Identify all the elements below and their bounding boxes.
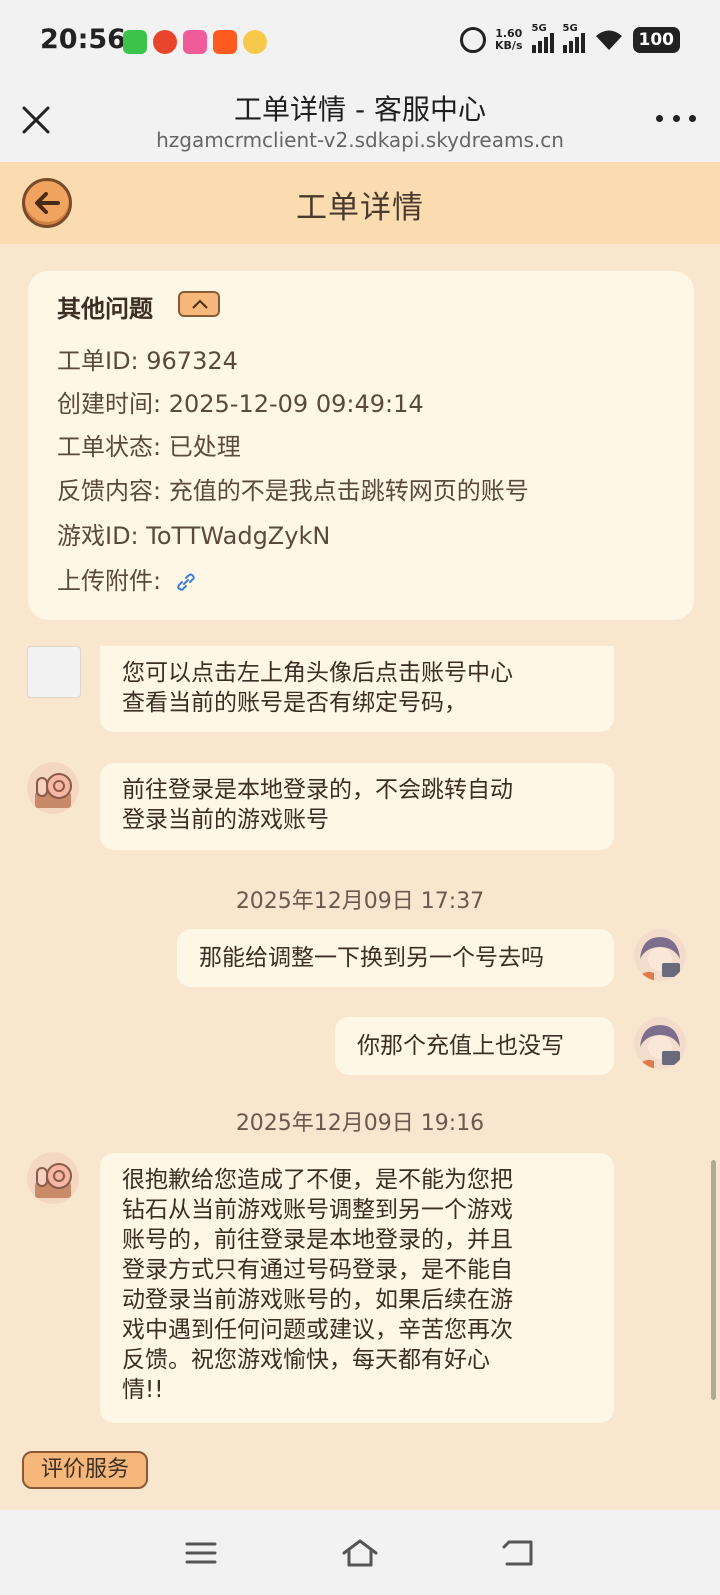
alarm-icon xyxy=(460,27,487,53)
link-icon[interactable] xyxy=(175,571,197,593)
app-notification-icon xyxy=(213,30,237,54)
browser-title: 工单详情 - 客服中心 xyxy=(234,93,486,126)
battery-indicator: 100 xyxy=(632,27,680,53)
snail-avatar xyxy=(27,1152,79,1204)
back-icon[interactable] xyxy=(499,1536,539,1570)
page: 20:56 1.60 KB/s 5G 5G 100 工单详情 - 客服中心 hz… xyxy=(0,0,720,1595)
ticket-category: 其他问题 xyxy=(57,295,153,323)
ticket-status: 工单状态: 已处理 xyxy=(57,433,241,461)
signal-icon: 5G xyxy=(562,23,585,53)
page-header: 工单详情 xyxy=(0,162,720,244)
app-notification-icon xyxy=(183,30,207,54)
rate-service-button[interactable]: 评价服务 xyxy=(22,1451,148,1489)
ticket-created-time: 创建时间: 2025-12-09 09:49:14 xyxy=(57,390,424,418)
signal-icon: 5G xyxy=(531,23,554,53)
wifi-icon xyxy=(595,30,622,50)
user-avatar xyxy=(634,1017,686,1069)
status-bar: 20:56 1.60 KB/s 5G 5G 100 xyxy=(0,0,720,84)
chat-message: 您可以点击左上角头像后点击账号中心 查看当前的账号是否有绑定号码， xyxy=(100,646,614,732)
attachment-label: 上传附件: xyxy=(57,567,162,595)
ticket-info-card: 其他问题 工单ID: 967324 创建时间: 2025-12-09 09:49… xyxy=(28,271,694,620)
home-icon[interactable] xyxy=(340,1536,380,1570)
weibo-icon xyxy=(243,30,267,54)
message-timestamp: 2025年12月09日 17:37 xyxy=(235,889,485,914)
chat-message: 你那个充值上也没写 xyxy=(335,1017,614,1075)
page-title: 工单详情 xyxy=(296,190,424,226)
ticket-attachment: 上传附件: xyxy=(57,561,197,596)
snail-avatar xyxy=(27,762,79,814)
status-time: 20:56 xyxy=(40,24,126,55)
status-indicators: 1.60 KB/s 5G 5G 100 xyxy=(460,23,680,53)
more-icon[interactable] xyxy=(656,108,696,128)
system-nav-bar xyxy=(0,1510,720,1595)
scrollbar[interactable] xyxy=(711,1160,716,1400)
app-notification-icon xyxy=(153,30,177,54)
app-notification-icon xyxy=(123,30,147,54)
menu-icon[interactable] xyxy=(181,1536,221,1570)
notification-icons xyxy=(123,30,267,54)
ticket-id: 工单ID: 967324 xyxy=(57,347,238,375)
user-avatar xyxy=(634,929,686,981)
chevron-up-icon xyxy=(192,299,208,309)
ticket-game-id: 游戏ID: ToTTWadgZykN xyxy=(57,522,331,550)
net-speed: 1.60 KB/s xyxy=(495,27,523,52)
message-timestamp: 2025年12月09日 19:16 xyxy=(235,1111,485,1136)
browser-bar: 工单详情 - 客服中心 hzgamcrmclient-v2.sdkapi.sky… xyxy=(0,84,720,162)
chat-message: 前往登录是本地登录的，不会跳转自动 登录当前的游戏账号 xyxy=(100,763,614,850)
ticket-feedback: 反馈内容: 充值的不是我点击跳转网页的账号 xyxy=(57,477,529,505)
avatar-placeholder xyxy=(27,646,81,698)
chat-message: 那能给调整一下换到另一个号去吗 xyxy=(177,929,614,987)
browser-url: hzgamcrmclient-v2.sdkapi.skydreams.cn xyxy=(156,128,564,152)
collapse-button[interactable] xyxy=(178,291,220,317)
chat-message: 很抱歉给您造成了不便，是不能为您把 钻石从当前游戏账号调整到另一个游戏 账号的，… xyxy=(100,1153,614,1423)
